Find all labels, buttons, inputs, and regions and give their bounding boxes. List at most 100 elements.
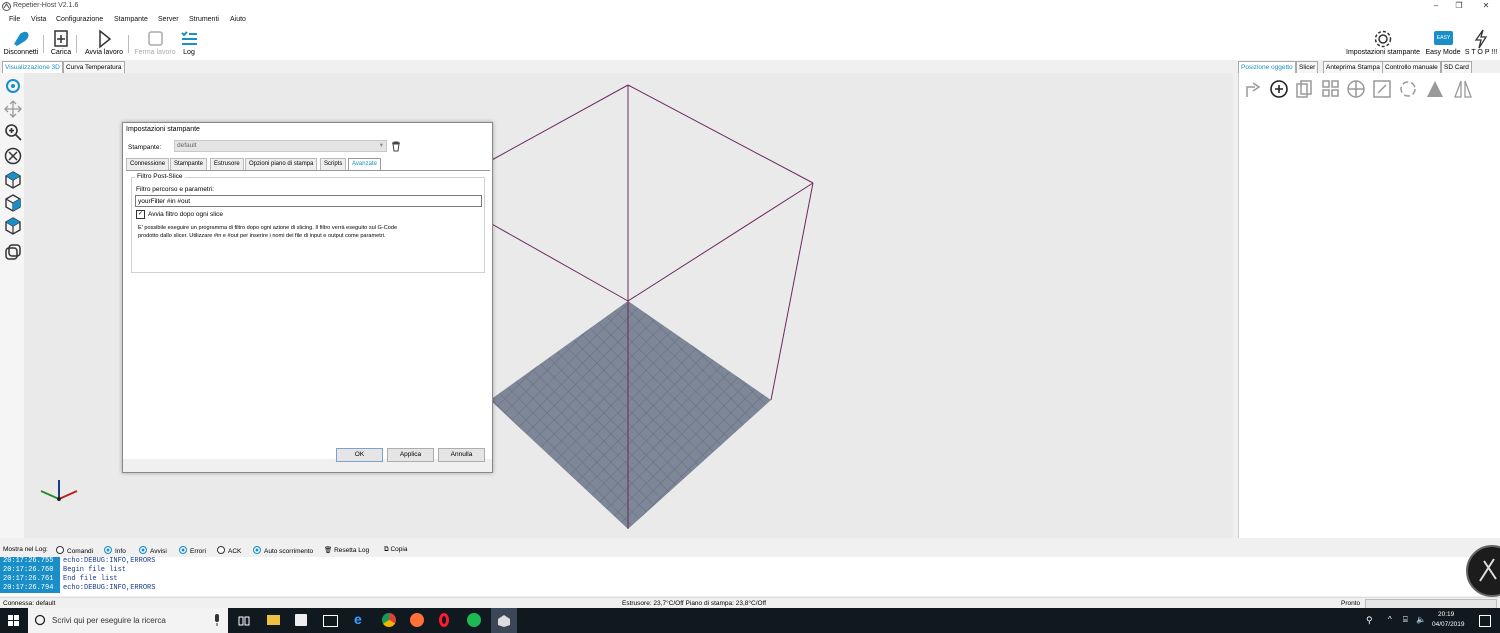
log-autoscroll-toggle[interactable]: Auto scorrimento	[253, 546, 313, 555]
volume-icon[interactable]: 🔈	[1416, 615, 1426, 624]
clock-time[interactable]: 20:19	[1438, 611, 1454, 618]
os-taskbar: Scrivi qui per eseguire la ricerca e ⚲ ^…	[0, 608, 1500, 633]
task-view-icon[interactable]	[238, 615, 250, 627]
log-panel[interactable]: 20:17:26.755 echo:DEBUG:INFO,ERRORS 20:17…	[0, 545, 1500, 597]
run-filter-checkbox[interactable]: ✓	[136, 210, 145, 219]
log-row: 20:17:26.761 End file list	[0, 575, 1470, 584]
rotate-view-icon[interactable]	[4, 77, 22, 95]
log-row: 20:17:26.760 Begin file list	[0, 566, 1470, 575]
filter-command-input[interactable]	[135, 195, 482, 207]
toolbar: Disconnetti Carica Avvia lavoro Ferma la…	[0, 27, 1500, 60]
stop-job-button[interactable]: Ferma lavoro	[134, 28, 176, 58]
minimize-button[interactable]: ‒	[1427, 1, 1445, 12]
menu-printer[interactable]: Stampante	[114, 16, 148, 23]
log-message: echo:DEBUG:INFO,ERRORS	[63, 557, 156, 565]
menu-tools[interactable]: Strumenti	[189, 16, 219, 23]
tab-extruder[interactable]: Estrusore	[210, 158, 244, 170]
repetier-taskbar-icon[interactable]	[491, 608, 517, 633]
log-reset-button[interactable]: 🗑 Resetta Log	[324, 546, 369, 554]
log-copy-button[interactable]: ⧉ Copia	[384, 546, 407, 554]
mail-icon[interactable]	[323, 615, 338, 627]
log-autoscroll-label: Auto scorrimento	[264, 548, 314, 555]
notifications-icon[interactable]	[1479, 615, 1491, 627]
edge-icon[interactable]: e	[354, 612, 367, 626]
log-button[interactable]: Log	[178, 28, 200, 58]
tab-object-placement[interactable]: Posizione oggetto	[1238, 61, 1296, 73]
search-icon	[34, 614, 46, 626]
spotify-icon[interactable]	[467, 613, 481, 627]
dialog-titlebar: Impostazioni stampante	[123, 123, 492, 137]
emergency-stop-button[interactable]: S T O P !!!	[1464, 28, 1498, 58]
x-logo-icon	[1479, 558, 1497, 582]
easy-mode-button[interactable]: EASY Easy Mode	[1424, 28, 1462, 58]
maximize-button[interactable]: ❐	[1450, 1, 1468, 12]
top-view-icon[interactable]	[4, 217, 22, 235]
apply-button[interactable]: Applica	[387, 448, 434, 462]
log-time: 20:17:26.761	[0, 575, 60, 584]
menu-server[interactable]: Server	[158, 16, 179, 23]
menu-configuration[interactable]: Configurazione	[56, 16, 103, 23]
front-view-icon[interactable]	[4, 171, 22, 189]
log-commands-toggle[interactable]: Comandi	[56, 546, 93, 555]
close-button[interactable]: ✕	[1477, 1, 1495, 12]
disconnect-button[interactable]: Disconnetti	[2, 28, 40, 58]
chrome-icon[interactable]	[382, 613, 396, 627]
tab-slicer[interactable]: Slicer	[1296, 61, 1319, 73]
log-errors-toggle[interactable]: Errori	[179, 546, 206, 555]
start-job-label: Avvia lavoro	[84, 49, 123, 56]
log-message: Begin file list	[63, 566, 127, 574]
tab-print-preview[interactable]: Anteprima Stampa	[1323, 61, 1383, 73]
tab-3d-view[interactable]: Visualizzazione 3D	[2, 61, 63, 73]
log-commands-label: Comandi	[67, 548, 94, 555]
ok-button[interactable]: OK	[336, 448, 383, 462]
chevron-down-icon: ▾	[379, 142, 383, 149]
move-view-icon[interactable]	[4, 100, 22, 118]
log-info-toggle[interactable]: Info	[104, 546, 126, 555]
toolbar-separator	[128, 35, 129, 53]
tab-printer[interactable]: Stampante	[170, 158, 208, 170]
trash-icon[interactable]	[391, 141, 401, 152]
menu-view[interactable]: Vista	[31, 16, 46, 23]
zoom-icon[interactable]	[4, 123, 22, 141]
easy-badge: EASY	[1434, 31, 1453, 45]
log-ack-toggle[interactable]: ACK	[217, 546, 241, 555]
parallel-projection-icon[interactable]	[4, 243, 22, 261]
tab-advanced[interactable]: Avanzate	[348, 158, 381, 170]
tab-temperature-curve[interactable]: Curva Temperatura	[63, 61, 125, 73]
clock-date[interactable]: 04/07/2019	[1432, 621, 1465, 628]
opera-icon[interactable]	[439, 613, 449, 627]
cancel-button[interactable]: Annulla	[438, 448, 485, 462]
tray-expand-icon[interactable]: ^	[1388, 615, 1392, 624]
printer-settings-button[interactable]: Impostazioni stampante	[1344, 28, 1422, 58]
move-object-icon[interactable]	[4, 147, 22, 165]
stop-label: S T O P !!!	[1464, 49, 1498, 56]
tab-bed-options[interactable]: Opzioni piano di stampa	[245, 158, 318, 170]
radio-icon	[56, 546, 64, 554]
tab-sd-card[interactable]: SD Card	[1441, 61, 1472, 73]
file-explorer-icon[interactable]	[267, 615, 280, 625]
view-tabs: Visualizzazione 3D Curva Temperatura	[2, 61, 202, 73]
tab-manual-control[interactable]: Controllo manuale	[1382, 61, 1441, 73]
axis-gizmo-icon	[40, 480, 78, 501]
lightning-icon	[1474, 29, 1488, 49]
store-icon[interactable]	[295, 614, 307, 626]
log-warnings-toggle[interactable]: Avvisi	[139, 546, 167, 555]
tab-scripts[interactable]: Scripts	[320, 158, 347, 170]
menu-file[interactable]: File	[9, 16, 20, 23]
menu-help[interactable]: Aiuto	[230, 16, 246, 23]
repetier-app-icon	[498, 615, 510, 627]
printer-select[interactable]: default ▾	[174, 140, 387, 152]
side-view-icon[interactable]	[4, 194, 22, 212]
network-icon[interactable]: ⌸	[1403, 615, 1408, 625]
radio-icon	[253, 546, 261, 554]
windows-start-icon[interactable]	[8, 615, 20, 627]
post-slice-group-title: Filtro Post-Slice	[135, 173, 185, 180]
taskbar-search-box[interactable]: Scrivi qui per eseguire la ricerca	[28, 608, 228, 633]
start-job-button[interactable]: Avvia lavoro	[83, 28, 125, 58]
firefox-icon[interactable]	[410, 613, 424, 627]
load-button[interactable]: Carica	[49, 28, 73, 58]
log-message: End file list	[63, 575, 118, 583]
tab-connection[interactable]: Connessione	[126, 158, 170, 170]
stop-icon	[148, 31, 163, 46]
people-icon[interactable]: ⚲	[1366, 615, 1373, 626]
